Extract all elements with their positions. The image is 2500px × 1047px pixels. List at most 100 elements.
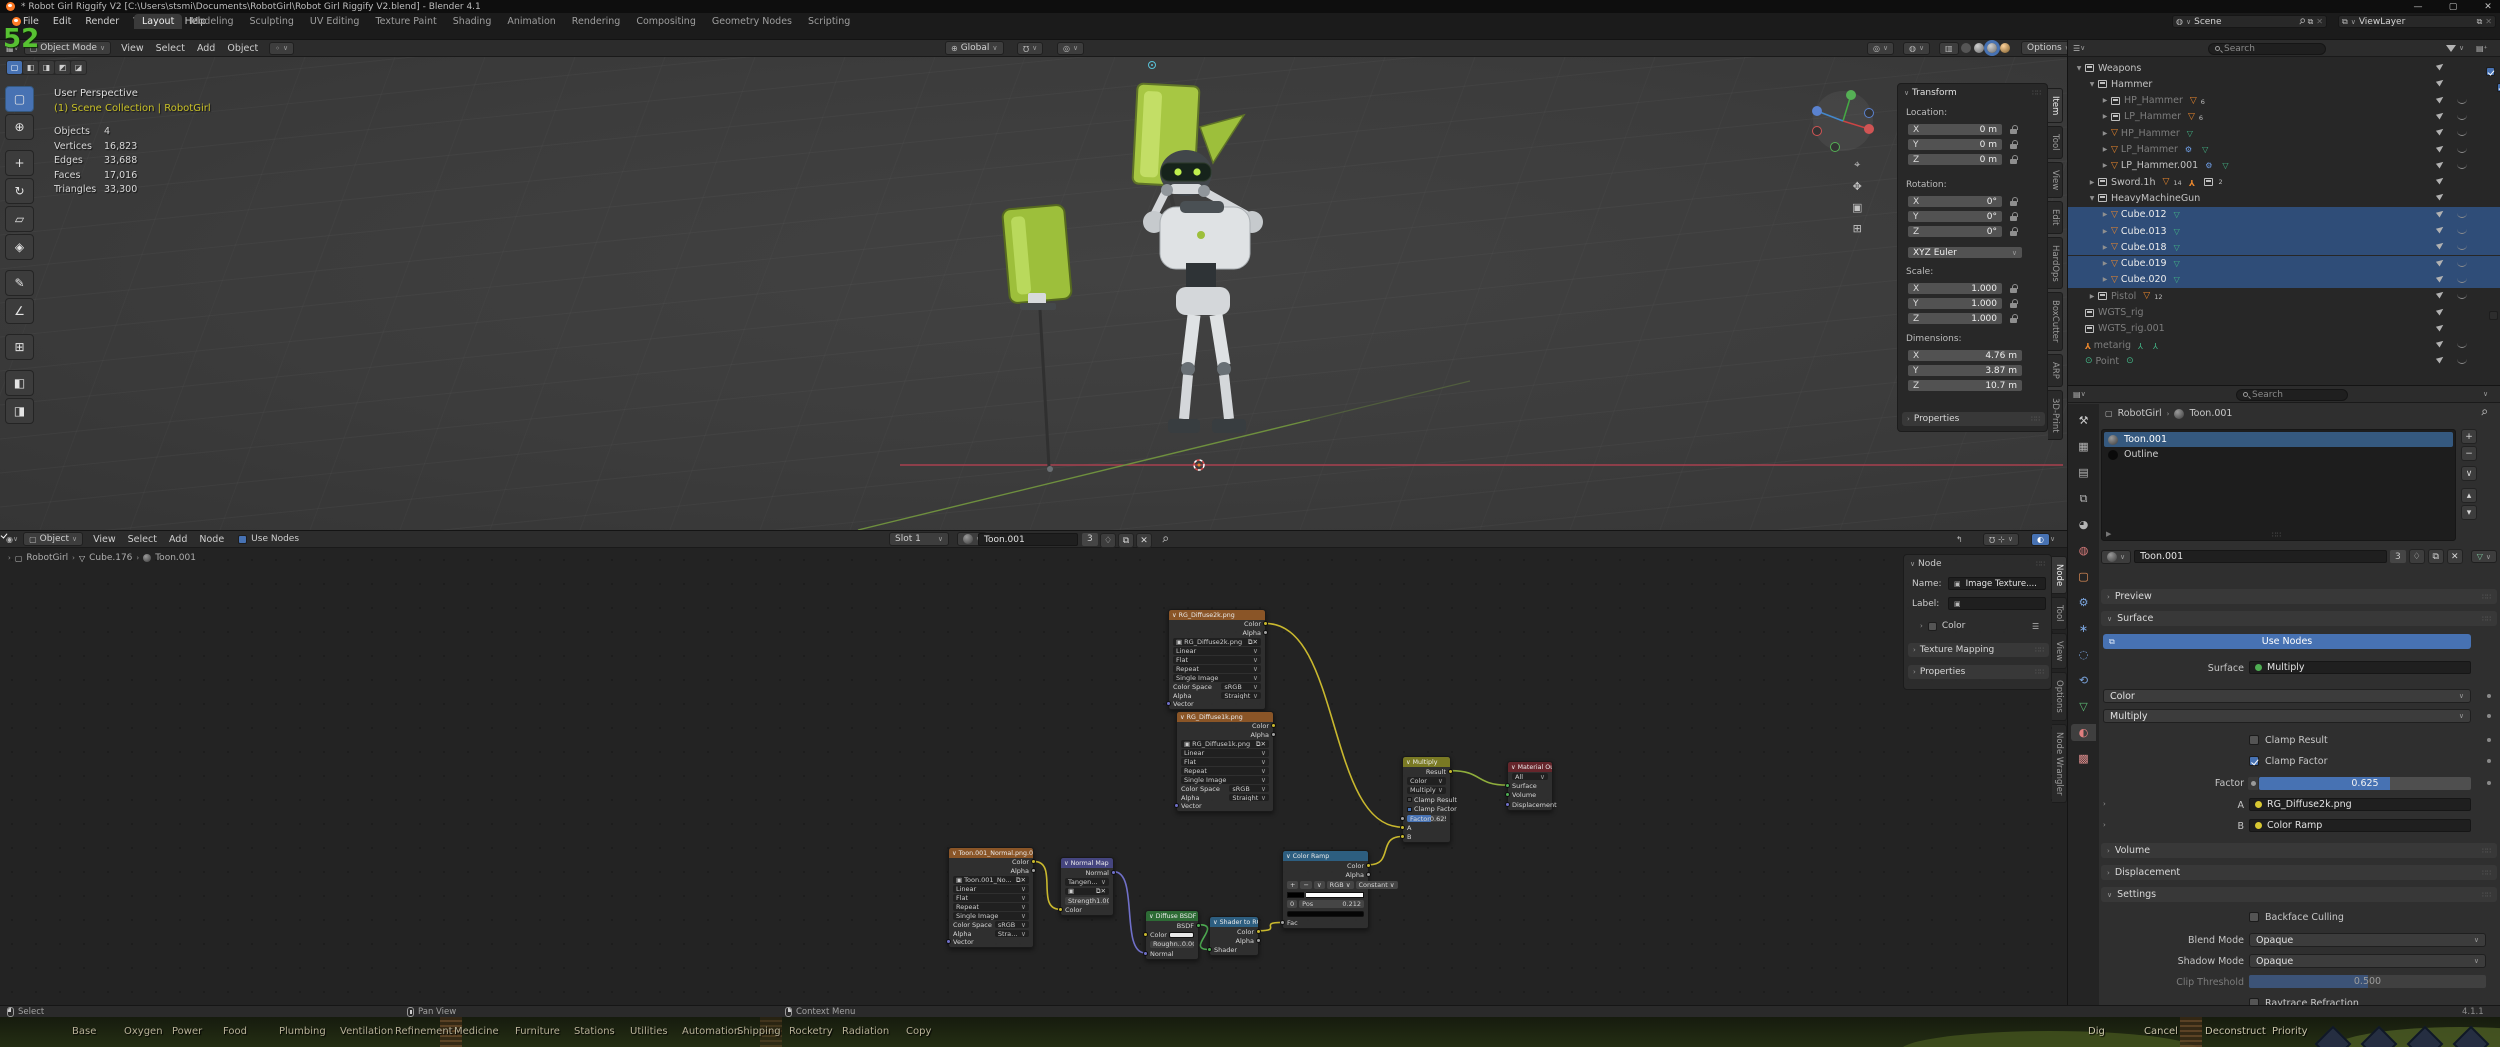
node-row-alpha[interactable]: AlphaStraight∨ — [1177, 793, 1273, 802]
selectable-icon[interactable] — [2435, 208, 2446, 218]
sword-object[interactable] — [1001, 204, 1073, 472]
copy-icon[interactable]: ⧉ — [2308, 17, 2314, 27]
node-row-linear[interactable]: Linear ∨ — [1169, 647, 1265, 656]
title-bar[interactable]: * Robot Girl Riggify V2 [C:\Users\stsmi\… — [0, 0, 2500, 13]
workspace-tab-sculpting[interactable]: Sculpting — [242, 14, 302, 29]
outliner-row-hammer[interactable]: ▼ Hammer — [2068, 76, 2500, 92]
robot-character[interactable] — [0, 57, 2067, 530]
node-row-repeat[interactable]: Repeat ∨ — [1169, 664, 1265, 673]
workspace-tab-rendering[interactable]: Rendering — [564, 14, 629, 29]
selectable-icon[interactable] — [2435, 110, 2446, 120]
slot-move-down-button[interactable]: ▾ — [2461, 505, 2477, 520]
socket-in[interactable] — [1058, 907, 1063, 913]
node-row-normal[interactable]: Normal — [1143, 949, 1198, 958]
location-y[interactable]: Y0 m — [1908, 139, 2018, 150]
remove-icon[interactable]: ✕ — [2485, 17, 2492, 26]
game-category-shipping[interactable]: Shipping — [737, 1026, 781, 1037]
zoom-icon[interactable]: ⌖ — [1852, 158, 1862, 172]
scale-y[interactable]: Y 1.000 — [1908, 298, 2018, 309]
volume-panel[interactable]: › Volume ∷∷ — [2101, 843, 2497, 858]
rotation-x[interactable]: X 0° — [1908, 196, 2018, 207]
displacement-panel[interactable]: › Displacement ∷∷ — [2101, 865, 2497, 880]
delete-icon[interactable]: ✕ — [2316, 17, 2323, 26]
properties-tab-object[interactable]: ▢ — [2071, 568, 2096, 585]
node-row-multiply[interactable]: Multiply ∨ — [1403, 786, 1450, 795]
slot-dropdown[interactable]: Slot 1 ∨ — [889, 532, 949, 546]
sidebar-tab-edit[interactable]: Edit — [2048, 201, 2063, 234]
node-row-alpha[interactable]: Alpha — [1283, 871, 1371, 881]
tool-annotate[interactable]: ✎ — [5, 270, 34, 296]
outliner-row-cube-020[interactable]: ▶ ▽ Cube.020 ▽ — [2068, 271, 2500, 288]
node-tab-node[interactable]: Node — [2052, 556, 2067, 595]
node-row-color[interactable]: Color — [1283, 861, 1371, 871]
node-row-vector[interactable]: Vector — [1174, 802, 1273, 811]
nodetree-selector[interactable]: ▽ ∨ — [2470, 550, 2497, 563]
node-row-b[interactable]: B — [1400, 833, 1450, 842]
node-row-color-space[interactable]: Color Space sRGB ∨ — [1169, 682, 1265, 691]
node-header[interactable]: ∨ Color Ramp — [1283, 851, 1368, 861]
fake-user-button[interactable]: ♢ — [1100, 533, 1116, 548]
node-tab-node-wrangler[interactable]: Node Wrangler — [2052, 723, 2067, 804]
dimension-y[interactable]: Y 3.87 m — [1908, 365, 2022, 376]
outliner-row-lp-hammer[interactable]: ▶ ▽ LP_Hammer ⚙ ▽ — [2068, 142, 2500, 158]
outliner-row-hp-hammer[interactable]: ▶ HP_Hammer ▽ 6 — [2068, 93, 2500, 109]
properties-tab-scene[interactable]: ◕ — [2071, 516, 2096, 533]
socket-out[interactable] — [1448, 768, 1453, 774]
visibility-eye-icon[interactable] — [2457, 262, 2467, 267]
node-row-vector[interactable]: Vector — [1166, 700, 1265, 709]
camera-view-icon[interactable]: ▣ — [1852, 201, 1862, 214]
node-header[interactable]: ∨ Normal Map — [1061, 858, 1113, 868]
visibility-eye-icon[interactable] — [2457, 213, 2467, 218]
selectable-icon[interactable] — [2435, 273, 2446, 283]
selectable-icon[interactable] — [2435, 191, 2446, 201]
use-nodes-checkbox[interactable]: Use Nodes — [238, 534, 299, 544]
outliner-row-hp-hammer[interactable]: ▶ ▽ HP_Hammer ▽ — [2068, 125, 2500, 141]
gizmo-toggle[interactable]: ◎ ∨ — [1867, 41, 1895, 55]
selectable-icon[interactable] — [2435, 94, 2446, 104]
game-category-base[interactable]: Base — [72, 1026, 96, 1037]
properties-tab-render[interactable]: ▦ — [2071, 438, 2096, 455]
material-slot-list[interactable]: Toon.001 Outline ▶ ∷∷ — [2101, 429, 2456, 541]
socket-out[interactable] — [1196, 922, 1201, 928]
node-tab-view[interactable]: View — [2052, 632, 2067, 669]
settings-panel[interactable]: ∨ Settings ∷∷ — [2101, 887, 2497, 902]
origin-3d-cursor[interactable] — [1193, 459, 1205, 471]
selectable-icon[interactable] — [2435, 61, 2446, 71]
sidebar-tab-hardops[interactable]: HardOps — [2048, 236, 2063, 290]
visibility-eye-icon[interactable] — [2457, 99, 2467, 104]
properties-tab-world[interactable]: ◍ — [2071, 542, 2096, 559]
pin-icon[interactable]: ⚲ — [2479, 407, 2489, 418]
use-nodes-button[interactable]: ⧉ Use Nodes — [2103, 634, 2471, 649]
outliner-row-wgts-rig[interactable]: WGTS_rig — [2068, 305, 2500, 321]
shader-node-editor[interactable]: ◉ ∨ ▢ Object ∨ View Select Add Node Use Nodes … — [0, 530, 2067, 1005]
node-row-alpha[interactable]: AlphaStraight∨ — [949, 929, 1033, 938]
node-header[interactable]: ∨ Shader to RGB — [1210, 917, 1258, 927]
pivot-dropdown[interactable]: ◦ ∨ — [269, 41, 295, 55]
sidebar-tab-tool[interactable]: Tool — [2048, 126, 2063, 159]
add-slot-button[interactable]: + — [2461, 429, 2477, 444]
socket-out[interactable] — [1263, 630, 1268, 636]
selectable-icon[interactable] — [2435, 142, 2446, 153]
unlink-material-button[interactable]: ✕ — [2446, 549, 2463, 564]
outliner-row-cube-018[interactable]: ▶ ▽ Cube.018 ▽ — [2068, 239, 2500, 256]
workspace-tab-shading[interactable]: Shading — [445, 14, 500, 29]
node-row-a[interactable]: A — [1400, 823, 1450, 832]
socket-in[interactable] — [1174, 803, 1179, 809]
workspace-tab-texture-paint[interactable]: Texture Paint — [367, 14, 444, 29]
scale-x[interactable]: X 1.000 — [1908, 283, 2018, 294]
tool-measure[interactable]: ∠ — [5, 298, 34, 324]
color-dropdown[interactable]: Color ∨ — [2103, 689, 2471, 703]
node-row-ctrl[interactable]: + − ∨ RGB ∨ Constant ∨ — [1283, 880, 1398, 890]
node-rg-diffuse2k-png[interactable]: ∨ RG_Diffuse2k.png Color Alpha ▣ RG_Diffuse… — [1166, 609, 1268, 710]
minimize-button[interactable]: — — [2412, 2, 2424, 12]
outliner-row-metarig[interactable]: Ymetarig Y Y — [2068, 337, 2500, 353]
socket-in[interactable] — [1400, 825, 1405, 831]
outliner-row-sword-1h[interactable]: ▶ Sword.1h ▽ 14 Y 2 — [2068, 174, 2500, 190]
orientation-dropdown[interactable]: ⊕ Global ∨ — [945, 41, 1004, 55]
workspace-tab-layout[interactable]: Layout — [134, 14, 183, 29]
socket-out[interactable] — [1031, 859, 1036, 865]
node-color-ramp[interactable]: ∨ Color Ramp Color Alpha + − ∨ RGB ∨ Constant ∨… — [1280, 850, 1398, 930]
node-header[interactable]: ∨ Multiply — [1403, 757, 1450, 767]
node-diffuse-bsdf[interactable]: ∨ Diffuse BSDFBSDFColorRoughn..0.000Norm… — [1143, 910, 1201, 960]
outliner-row-cube-019[interactable]: ▶ ▽ Cube.019 ▽ — [2068, 255, 2500, 272]
